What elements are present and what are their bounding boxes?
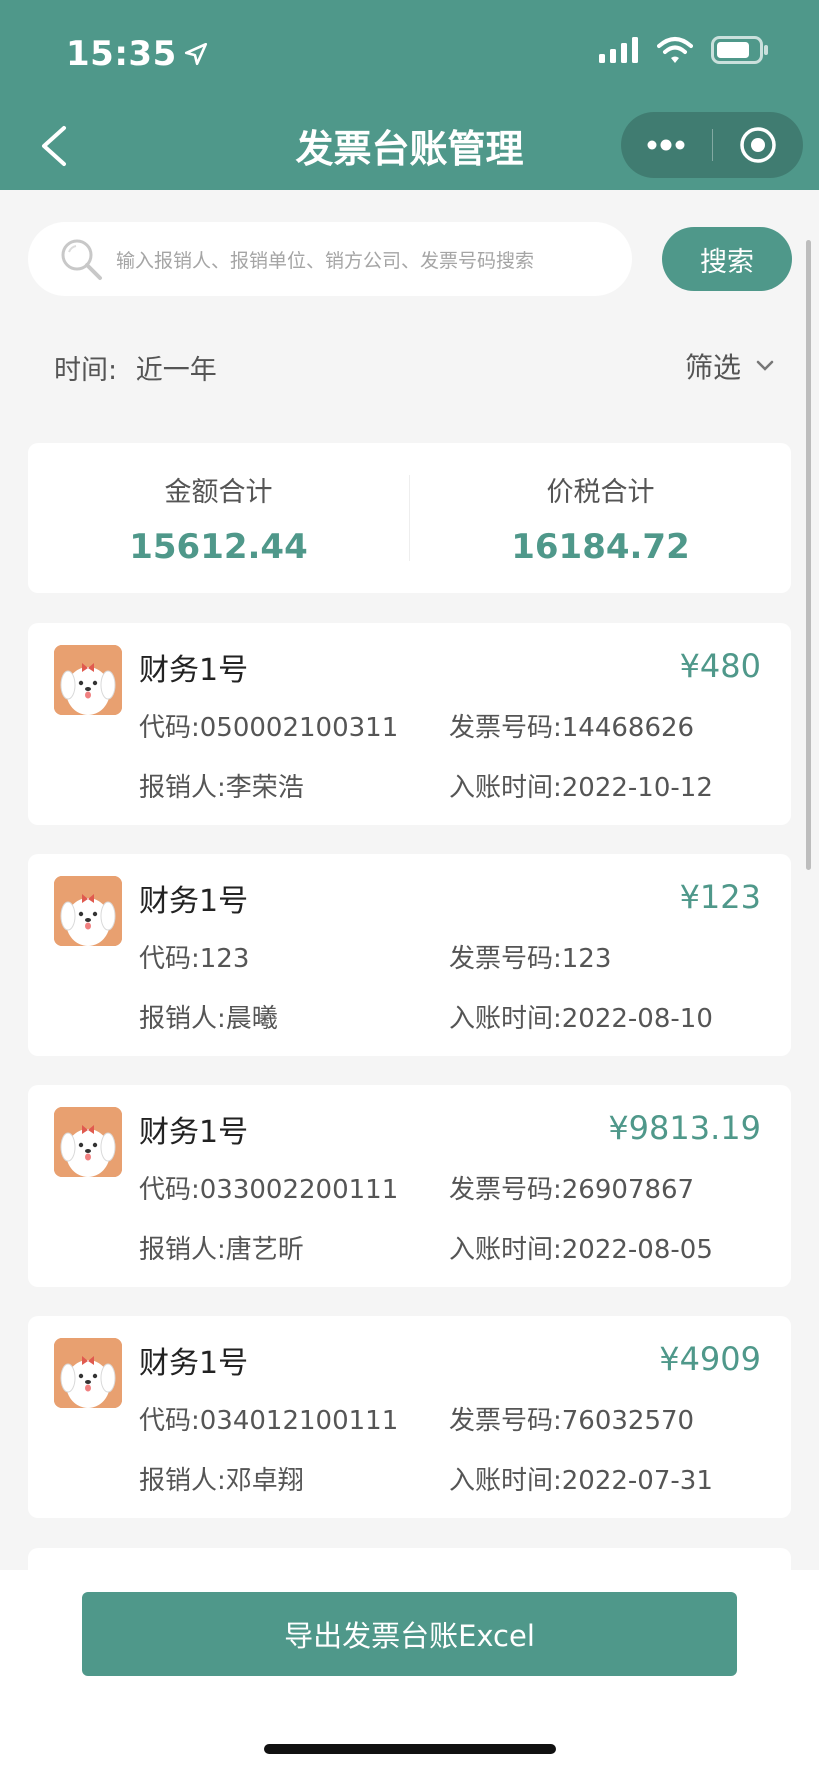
tax-total: 价税合计 16184.72: [410, 443, 791, 593]
search-placeholder: 输入报销人、报销单位、销方公司、发票号码搜索: [116, 249, 535, 272]
search-button[interactable]: 搜索: [662, 227, 792, 291]
invoice-card[interactable]: 财务1号 ¥480 代码:050002100311 发票号码:14468626 …: [28, 623, 791, 825]
avatar: [54, 645, 122, 715]
tax-total-value: 16184.72: [511, 526, 690, 567]
invoice-amount: ¥480: [679, 647, 761, 685]
amount-total-value: 15612.44: [129, 526, 308, 567]
invoice-reimburser: 报销人:邓卓翔: [139, 1466, 304, 1496]
invoice-list: 财务1号 ¥480 代码:050002100311 发票号码:14468626 …: [28, 623, 791, 1547]
mini-program-capsule: [621, 112, 803, 178]
time-range-label: 时间:: [54, 355, 118, 386]
invoice-code: 代码:034012100111: [139, 1406, 399, 1436]
invoice-card[interactable]: 财务1号 ¥9813.19 代码:033002200111 发票号码:26907…: [28, 1085, 791, 1287]
invoice-number: 发票号码:123: [449, 944, 612, 974]
more-button[interactable]: [621, 112, 712, 178]
invoice-reimburser: 报销人:晨曦: [139, 1004, 278, 1034]
amount-total: 金额合计 15612.44: [28, 443, 409, 593]
more-dots-icon: [647, 139, 685, 151]
invoice-date: 入账时间:2022-07-31: [449, 1466, 713, 1496]
chevron-down-icon: [756, 360, 774, 371]
home-indicator[interactable]: [264, 1744, 556, 1754]
invoice-name: 财务1号: [139, 653, 249, 688]
invoice-number: 发票号码:26907867: [449, 1175, 695, 1205]
nav-header: 15:35 发票台账管理: [0, 0, 819, 190]
puppy-avatar-icon: [54, 645, 122, 715]
invoice-name: 财务1号: [139, 884, 249, 919]
scrollbar[interactable]: [806, 240, 811, 870]
tax-total-label: 价税合计: [546, 476, 655, 508]
invoice-amount: ¥9813.19: [608, 1109, 761, 1147]
invoice-card[interactable]: 财务1号 ¥4909 代码:034012100111 发票号码:76032570…: [28, 1316, 791, 1518]
filter-dropdown[interactable]: 筛选: [685, 346, 775, 386]
signal-icon: [599, 37, 638, 63]
puppy-avatar-icon: [54, 1338, 122, 1408]
battery-icon: [711, 36, 768, 64]
invoice-reimburser: 报销人:李荣浩: [139, 773, 304, 803]
export-excel-button[interactable]: 导出发票台账Excel: [82, 1592, 737, 1676]
invoice-amount: ¥123: [679, 878, 761, 916]
amount-total-label: 金额合计: [164, 476, 273, 508]
puppy-avatar-icon: [54, 876, 122, 946]
search-icon: [61, 239, 102, 280]
invoice-number: 发票号码:76032570: [449, 1406, 695, 1436]
invoice-date: 入账时间:2022-08-05: [449, 1235, 713, 1265]
filter-label: 筛选: [684, 351, 741, 384]
invoice-code: 代码:033002200111: [139, 1175, 399, 1205]
search-input[interactable]: 输入报销人、报销单位、销方公司、发票号码搜索: [28, 222, 632, 296]
puppy-avatar-icon: [54, 1107, 122, 1177]
invoice-date: 入账时间:2022-08-10: [449, 1004, 713, 1034]
time-range-value: 近一年: [135, 355, 217, 386]
invoice-reimburser: 报销人:唐艺昕: [139, 1235, 304, 1265]
invoice-card[interactable]: 财务1号 ¥123 代码:123 发票号码:123 报销人:晨曦 入账时间:20…: [28, 854, 791, 1056]
location-arrow-icon: [184, 42, 207, 66]
avatar: [54, 876, 122, 946]
invoice-number: 发票号码:14468626: [449, 713, 695, 743]
wifi-icon: [657, 37, 693, 63]
invoice-date: 入账时间:2022-10-12: [449, 773, 713, 803]
status-time: 15:35: [66, 34, 209, 74]
time-range[interactable]: 时间: 近一年: [54, 348, 217, 387]
invoice-name: 财务1号: [139, 1346, 249, 1381]
invoice-code: 代码:050002100311: [139, 713, 399, 743]
invoice-amount: ¥4909: [659, 1340, 761, 1378]
avatar: [54, 1107, 122, 1177]
target-icon: [740, 127, 776, 163]
invoice-name: 财务1号: [139, 1115, 249, 1150]
close-miniprogram-button[interactable]: [713, 112, 804, 178]
status-time-text: 15:35: [66, 34, 177, 74]
status-icons: [599, 36, 769, 64]
invoice-code: 代码:123: [139, 944, 250, 974]
avatar: [54, 1338, 122, 1408]
totals-card: 金额合计 15612.44 价税合计 16184.72: [28, 443, 791, 593]
